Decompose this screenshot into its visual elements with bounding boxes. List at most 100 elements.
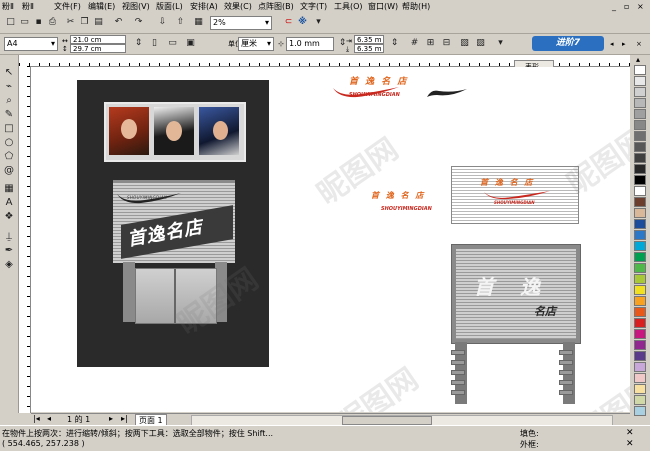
palette-swatch[interactable]	[634, 395, 646, 405]
palette-swatch[interactable]	[634, 296, 646, 306]
outline-tool-icon[interactable]: ✒	[3, 245, 15, 257]
paper-size-select[interactable]: A4	[4, 37, 58, 51]
snap-guidelines-icon[interactable]: ⊞	[424, 37, 437, 50]
options-icon[interactable]: ▾	[312, 16, 325, 29]
palette-swatch[interactable]	[634, 241, 646, 251]
palette-swatch[interactable]	[634, 98, 646, 108]
palette-swatch[interactable]	[634, 285, 646, 295]
redo-icon[interactable]: ↷	[132, 16, 145, 29]
spinner-icon[interactable]: ⇕	[132, 37, 145, 50]
open-file-icon[interactable]: ▭	[18, 16, 31, 29]
dup-spinner-icon[interactable]: ⇕	[388, 37, 401, 50]
corel-online-icon[interactable]: ※	[296, 16, 309, 29]
palette-swatch[interactable]	[634, 197, 646, 207]
export-icon[interactable]: ⇧	[174, 16, 187, 29]
menu-fragment-1[interactable]: 粉Ⅱ	[2, 1, 14, 12]
snap-grid-icon[interactable]: #	[408, 37, 421, 50]
docker-right-icon[interactable]: ▸	[622, 40, 626, 48]
rectangle-tool-icon[interactable]: □	[3, 123, 15, 135]
duplicate-x-field[interactable]: 6.35 m	[354, 35, 384, 44]
palette-swatch[interactable]	[634, 362, 646, 372]
spiral-tool-icon[interactable]: @	[3, 165, 15, 177]
palette-swatch[interactable]	[634, 87, 646, 97]
palette-swatch[interactable]	[634, 65, 646, 75]
palette-swatch[interactable]	[634, 120, 646, 130]
print-icon[interactable]: ⎙	[46, 16, 59, 29]
text-tool-icon[interactable]: A	[3, 197, 15, 209]
palette-swatch[interactable]	[634, 219, 646, 229]
palette-swatch[interactable]	[634, 307, 646, 317]
cut-icon[interactable]: ✂	[64, 16, 77, 29]
dark-signboard[interactable]: SHOUYIMINGDIAN 首逸名店	[77, 80, 269, 367]
eyedropper-tool-icon[interactable]: ⍊	[3, 231, 15, 243]
palette-swatch[interactable]	[634, 340, 646, 350]
options-page-icon[interactable]: ▧	[458, 37, 471, 50]
drawing-canvas[interactable]: SHOUYIMINGDIAN 首逸名店 首 逸 名 店 SHOUYIMINGDI…	[31, 67, 630, 412]
palette-swatch[interactable]	[634, 142, 646, 152]
undo-icon[interactable]: ↶	[112, 16, 125, 29]
next-page-icon[interactable]: ▸	[109, 414, 113, 423]
new-file-icon[interactable]: □	[4, 16, 17, 29]
palette-swatch[interactable]	[634, 263, 646, 273]
nudge-field[interactable]: 1.0 mm	[286, 37, 334, 51]
polygon-tool-icon[interactable]: ⬠	[3, 151, 15, 163]
convert-icon[interactable]: ▨	[474, 37, 487, 50]
freehand-tool-icon[interactable]: ✎	[3, 109, 15, 121]
snap-icon[interactable]: ⊂	[282, 16, 295, 29]
docker-close-icon[interactable]: ×	[636, 40, 642, 48]
zoom-select[interactable]: 2%	[210, 16, 272, 30]
portrait-icon[interactable]: ▯	[148, 37, 161, 50]
last-page-icon[interactable]: ▸|	[121, 414, 128, 423]
page-layout-icon[interactable]: ▣	[184, 37, 197, 50]
no-fill-icon[interactable]: ✕	[626, 428, 634, 438]
menu-layout[interactable]: 版面(L)	[156, 1, 183, 12]
palette-swatch[interactable]	[634, 274, 646, 284]
paste-icon[interactable]: ▤	[92, 16, 105, 29]
page-height-field[interactable]: 29.7 cm	[70, 44, 126, 53]
zoom-tool-icon[interactable]: ⌕	[3, 95, 15, 107]
palette-swatch[interactable]	[634, 175, 646, 185]
minimize-icon[interactable]: _	[612, 1, 616, 12]
menu-view[interactable]: 视图(V)	[122, 1, 150, 12]
restore-icon[interactable]: ▫	[624, 1, 629, 12]
vertical-ruler[interactable]	[19, 66, 31, 413]
palette-swatch[interactable]	[634, 76, 646, 86]
menu-tools[interactable]: 工具(O)	[334, 1, 363, 12]
palette-swatch[interactable]	[634, 131, 646, 141]
shape-tool-icon[interactable]: ⌁	[3, 81, 15, 93]
close-icon[interactable]: ×	[637, 1, 644, 12]
menu-text[interactable]: 文字(T)	[300, 1, 327, 12]
palette-swatch[interactable]	[634, 351, 646, 361]
palette-swatch[interactable]	[634, 329, 646, 339]
menu-edit[interactable]: 编辑(E)	[88, 1, 115, 12]
copy-icon[interactable]: ❐	[78, 16, 91, 29]
fill-tool-icon[interactable]: ◈	[3, 259, 15, 271]
units-select[interactable]: 厘米	[238, 37, 274, 51]
palette-scroll-up-icon[interactable]: ▴	[636, 55, 640, 64]
snap-objects-icon[interactable]: ⊟	[440, 37, 453, 50]
palette-swatch[interactable]	[634, 252, 646, 262]
menu-effects[interactable]: 效果(C)	[224, 1, 252, 12]
prev-page-icon[interactable]: ◂	[47, 414, 51, 423]
palette-swatch[interactable]	[634, 164, 646, 174]
palette-swatch[interactable]	[634, 318, 646, 328]
docker-left-icon[interactable]: ◂	[610, 40, 614, 48]
app-launcher-icon[interactable]: ▦	[192, 16, 205, 29]
import-icon[interactable]: ⇩	[156, 16, 169, 29]
promo-banner[interactable]: 进阶7	[532, 36, 604, 51]
palette-swatch[interactable]	[634, 373, 646, 383]
palette-swatch[interactable]	[634, 230, 646, 240]
table-tool-icon[interactable]: ▦	[3, 183, 15, 195]
menu-arrange[interactable]: 安排(A)	[190, 1, 218, 12]
palette-swatch[interactable]	[634, 186, 646, 196]
menu-window[interactable]: 窗口(W)	[368, 1, 398, 12]
save-icon[interactable]: ▪	[32, 16, 45, 29]
palette-swatch[interactable]	[634, 406, 646, 416]
menu-fragment-2[interactable]: 粉Ⅱ	[22, 1, 34, 12]
toolbar-more-icon[interactable]: ▾	[494, 37, 507, 50]
duplicate-y-field[interactable]: 6.35 m	[354, 44, 384, 53]
palette-swatch[interactable]	[634, 109, 646, 119]
palette-swatch[interactable]	[634, 384, 646, 394]
page-width-field[interactable]: 21.0 cm	[70, 35, 126, 44]
palette-swatch[interactable]	[634, 208, 646, 218]
